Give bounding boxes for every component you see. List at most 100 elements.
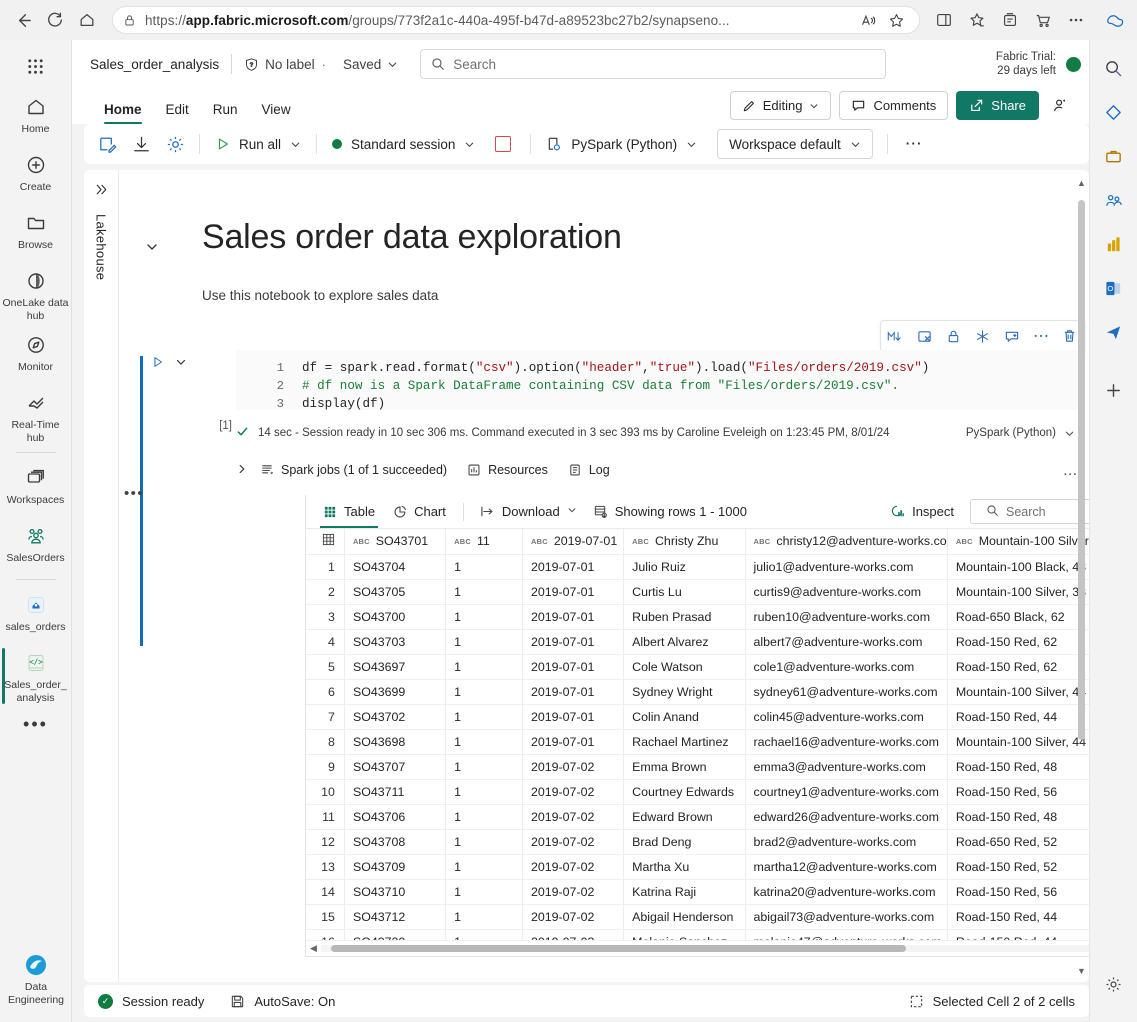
markdown-icon[interactable] xyxy=(884,324,908,348)
table-header-cell[interactable]: ABCMountain-100 Silver, 44 xyxy=(947,529,1089,554)
clear-output-icon[interactable] xyxy=(913,324,937,348)
table-header-cell[interactable]: ABCchristy12@adventure-works.com xyxy=(745,529,947,554)
search-icon[interactable] xyxy=(1096,50,1132,86)
download-icon[interactable] xyxy=(124,128,158,160)
table-row[interactable]: 13SO4370912019-07-02Martha Xumartha12@ad… xyxy=(306,855,1089,880)
browser-more-icon[interactable] xyxy=(1061,5,1091,35)
scroll-up-arrow[interactable]: ▲ xyxy=(1077,178,1086,188)
chevron-down-icon[interactable] xyxy=(686,139,697,150)
scroll-left-arrow[interactable]: ◀ xyxy=(310,943,317,954)
table-row[interactable]: 14SO4371012019-07-02Katrina Rajikatrina2… xyxy=(306,880,1089,905)
waffle-icon[interactable] xyxy=(16,46,56,86)
add-icon[interactable] xyxy=(1096,372,1132,408)
results-tab-table[interactable]: Table xyxy=(314,495,384,528)
star-icon[interactable] xyxy=(883,7,909,33)
sidebar-item-monitor[interactable]: Monitor xyxy=(2,328,70,380)
autosave-status[interactable]: AutoSave: On xyxy=(230,994,335,1009)
notebook-vertical-scrollbar[interactable]: ▲ ▼ xyxy=(1076,178,1087,976)
environment-selector[interactable]: Workspace default xyxy=(717,129,873,159)
scroll-thumb[interactable] xyxy=(331,945,906,952)
chevron-down-icon[interactable] xyxy=(145,240,169,258)
refresh-icon[interactable] xyxy=(40,5,70,35)
freeze-icon[interactable] xyxy=(971,324,995,348)
log-link[interactable]: Log xyxy=(568,463,610,477)
chevron-down-icon[interactable] xyxy=(464,139,475,150)
table-row[interactable]: 3SO4370012019-07-01Ruben Prasadruben10@a… xyxy=(306,605,1089,630)
table-row[interactable]: 15SO4371212019-07-02Abigail Hendersonabi… xyxy=(306,905,1089,930)
send-icon[interactable] xyxy=(1096,314,1132,350)
table-row[interactable]: 5SO4369712019-07-01Cole Watsoncole1@adve… xyxy=(306,655,1089,680)
search-input[interactable]: Search xyxy=(420,49,886,79)
language-selector[interactable]: PySpark (Python) xyxy=(538,129,705,159)
sidebar-item-create[interactable]: Create xyxy=(2,148,70,200)
split-screen-icon[interactable] xyxy=(929,5,959,35)
chevron-right-icon[interactable] xyxy=(236,463,248,478)
table-row[interactable]: 6SO4369912019-07-01Sydney Wrightsydney61… xyxy=(306,680,1089,705)
tab-run[interactable]: Run xyxy=(201,102,250,124)
command-overflow-button[interactable]: ⋯ xyxy=(895,134,934,154)
table-header-cell[interactable]: ABC11 xyxy=(446,529,523,554)
table-row[interactable]: 2SO4370512019-07-01Curtis Lucurtis9@adve… xyxy=(306,580,1089,605)
run-all-button[interactable]: Run all xyxy=(207,129,309,159)
sidebar-item-workspaces[interactable]: Workspaces xyxy=(2,461,70,513)
grid-corner-cell[interactable] xyxy=(306,529,344,554)
add-comment-icon[interactable] xyxy=(1000,324,1024,348)
table-row[interactable]: 11SO4370612019-07-02Edward Brownedward26… xyxy=(306,805,1089,830)
results-search-input[interactable]: Search xyxy=(970,499,1089,524)
sidebar-item-onelake-data-hub[interactable]: OneLake data hub xyxy=(2,264,70,322)
resources-link[interactable]: Resources xyxy=(467,463,548,477)
sidebar-item-sales-order-analysis[interactable]: </> Sales_order_ analysis xyxy=(2,646,70,704)
collections-icon[interactable] xyxy=(995,5,1025,35)
table-header-cell[interactable]: ABC2019-07-01 xyxy=(522,529,623,554)
briefcase-icon[interactable] xyxy=(1096,138,1132,174)
table-row[interactable]: 10SO4371112019-07-02Courtney Edwardscour… xyxy=(306,780,1089,805)
more-icon[interactable] xyxy=(1029,324,1053,348)
open-notebook-icon[interactable] xyxy=(90,128,124,160)
share-button[interactable]: Share xyxy=(956,91,1039,120)
session-status[interactable]: ✓ Session ready xyxy=(98,994,204,1009)
session-selector[interactable]: Standard session xyxy=(324,129,483,159)
chevron-down-icon[interactable] xyxy=(175,356,187,371)
trial-status[interactable]: Fabric Trial: 29 days left xyxy=(996,50,1056,78)
table-row[interactable]: 9SO4370712019-07-02Emma Brownemma3@adven… xyxy=(306,755,1089,780)
settings-gear-icon[interactable] xyxy=(158,128,192,160)
sensitivity-label-button[interactable]: ? No label xyxy=(244,57,315,72)
table-row[interactable]: 12SO4370812019-07-02Brad Dengbrad2@adven… xyxy=(306,830,1089,855)
editing-mode-button[interactable]: Editing xyxy=(730,91,832,120)
copilot-icon[interactable] xyxy=(1099,5,1129,35)
table-header-cell[interactable]: ABCSO43701 xyxy=(344,529,445,554)
comments-button[interactable]: Comments xyxy=(839,91,948,120)
chevron-down-icon[interactable] xyxy=(290,139,301,150)
home-icon[interactable] xyxy=(72,5,102,35)
spark-jobs-link[interactable]: Spark jobs (1 of 1 succeeded) xyxy=(260,463,447,477)
table-row[interactable]: 4SO4370312019-07-01Albert Alvarezalbert7… xyxy=(306,630,1089,655)
lakehouse-pane-label[interactable]: Lakehouse xyxy=(94,214,109,280)
settings-gear-icon[interactable] xyxy=(1096,966,1132,1002)
back-arrow-icon[interactable] xyxy=(8,5,38,35)
stop-session-button[interactable] xyxy=(483,129,523,159)
tab-edit[interactable]: Edit xyxy=(154,102,201,124)
table-row[interactable]: 1SO4370412019-07-01Julio Ruizjulio1@adve… xyxy=(306,555,1089,580)
inspect-button[interactable]: Inspect xyxy=(882,504,962,519)
sidebar-item-sales-orders-lakehouse[interactable]: sales_orders xyxy=(2,588,70,640)
address-bar[interactable]: https://app.fabric.microsoft.com/groups/… xyxy=(112,6,920,34)
sidebar-item-real-time-hub[interactable]: Real-Time hub xyxy=(2,386,70,444)
experience-switcher-data-engineering[interactable]: Data Engineering xyxy=(2,948,70,1006)
sidebar-item-salesorders[interactable]: SalesOrders xyxy=(2,519,70,571)
scroll-down-arrow[interactable]: ▼ xyxy=(1077,966,1086,976)
lock-icon[interactable] xyxy=(942,324,966,348)
download-results-button[interactable]: Download xyxy=(472,504,585,519)
favorites-icon[interactable] xyxy=(962,5,992,35)
scroll-thumb[interactable] xyxy=(1078,200,1085,740)
table-row[interactable]: 8SO4369812019-07-01Rachael Martinezracha… xyxy=(306,730,1089,755)
table-header-cell[interactable]: ABCChristy Zhu xyxy=(624,529,745,554)
community-icon[interactable] xyxy=(1096,182,1132,218)
tab-home[interactable]: Home xyxy=(92,102,154,124)
add-person-icon[interactable] xyxy=(1045,91,1075,120)
tab-view[interactable]: View xyxy=(250,102,303,124)
cell-handle-dots[interactable]: ••• xyxy=(119,485,149,502)
shopping-icon[interactable] xyxy=(1028,5,1058,35)
sidebar-item-home[interactable]: Home xyxy=(2,90,70,142)
power-bi-icon[interactable] xyxy=(1096,226,1132,262)
results-horizontal-scrollbar[interactable]: ◀ ▶ xyxy=(306,940,1089,956)
